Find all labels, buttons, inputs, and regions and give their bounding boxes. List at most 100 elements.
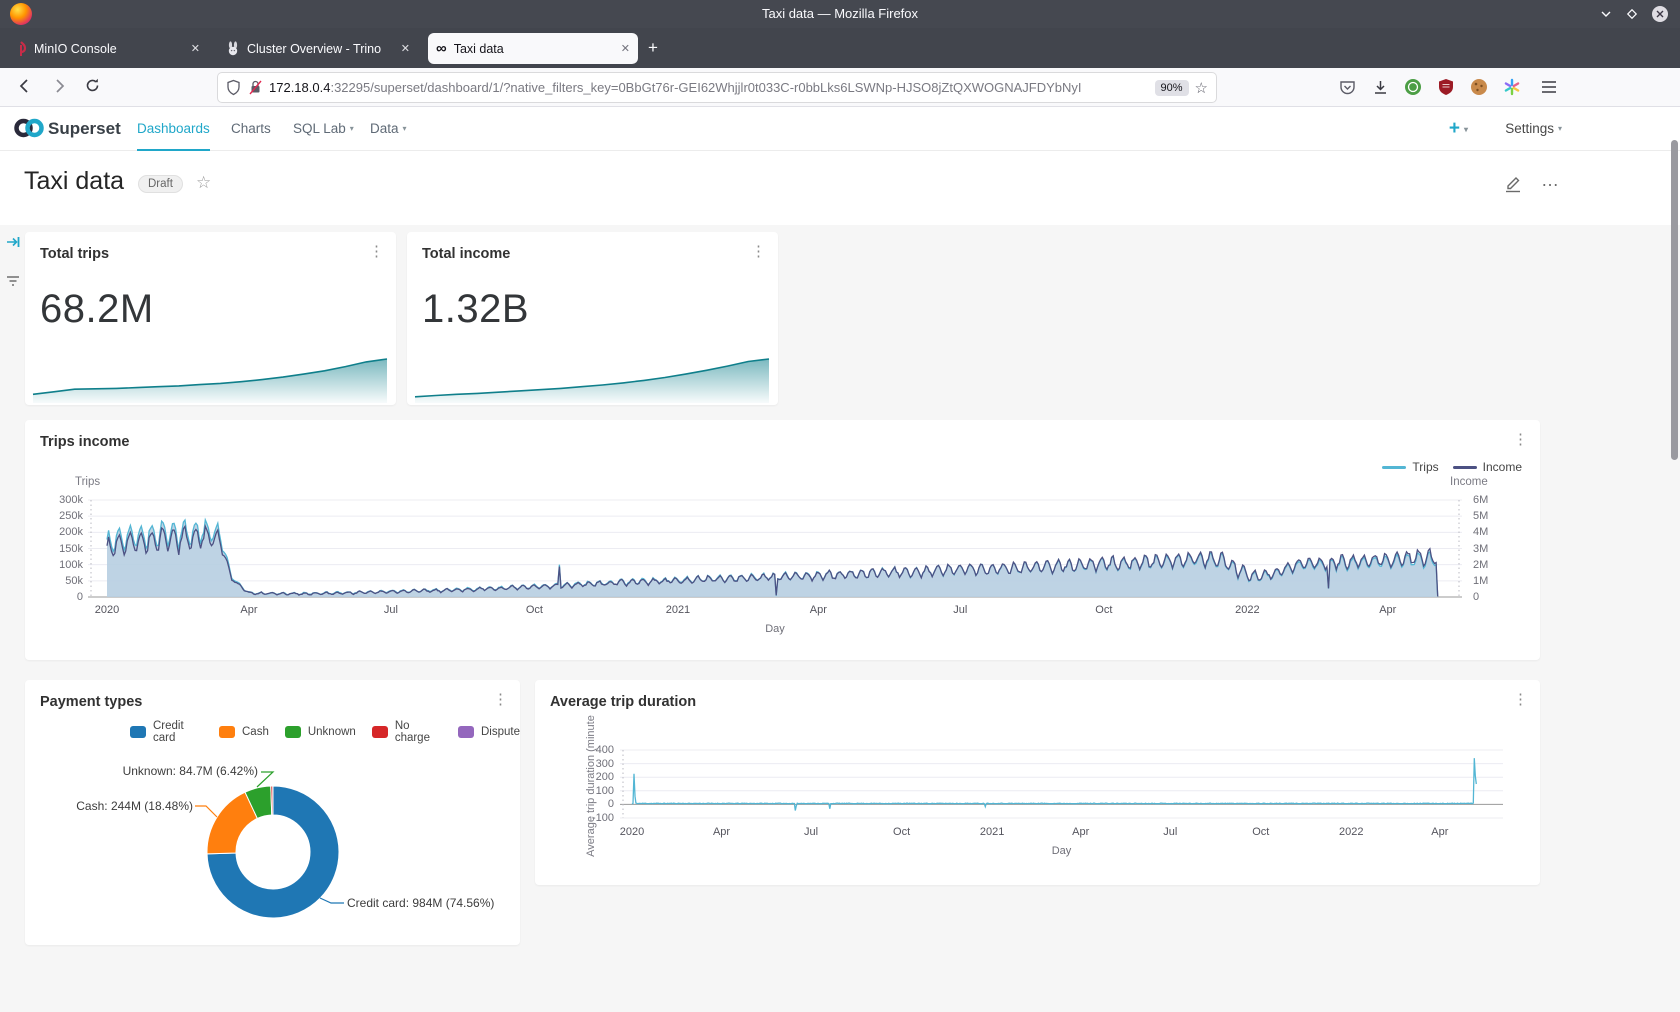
menu-hamburger-icon[interactable] [1538, 76, 1560, 98]
pocket-icon[interactable] [1336, 76, 1358, 98]
y-axis-tick-label: 100 [578, 785, 614, 797]
y-axis-tick-label: 100k [43, 559, 83, 571]
tab-taxi-data[interactable]: ∞ Taxi data ✕ [428, 33, 638, 64]
chart-menu-kebab-icon[interactable]: ⋮ [1513, 692, 1528, 707]
y-axis-tick-label: 50k [43, 575, 83, 587]
legend-label[interactable]: Dispute [481, 726, 520, 738]
y-axis-tick-label: 400 [578, 744, 614, 756]
reload-button[interactable] [84, 77, 101, 94]
chart-menu-kebab-icon[interactable]: ⋮ [369, 244, 384, 259]
nav-charts[interactable]: Charts [231, 107, 271, 151]
close-window-button[interactable] [1650, 4, 1670, 24]
legend-trips-label[interactable]: Trips [1412, 460, 1438, 474]
legend-trips-swatch [1382, 466, 1406, 469]
trips-income-legend[interactable]: Trips Income [1368, 460, 1522, 474]
payment-types-legend[interactable]: Credit card Cash Unknown No charge Dispute [130, 720, 520, 744]
x-axis-tick-label: 2020 [612, 826, 652, 838]
tab-bar: MinIO Console ✕ Cluster Overview - Trino… [0, 28, 1680, 68]
filter-icon[interactable] [5, 274, 21, 288]
y-axis-tick-label: 150k [43, 543, 83, 555]
nav-data[interactable]: Data▾ [370, 107, 407, 151]
card-total-income: Total income ⋮ 1.32B [407, 232, 778, 405]
x-axis-tick-label: 2021 [972, 826, 1012, 838]
y-axis-tick-label-right: 6M [1473, 494, 1488, 506]
y-axis-tick-label: 250k [43, 510, 83, 522]
page-title: Taxi data [24, 167, 124, 196]
dashboard-canvas: Total trips ⋮ 68.2M Total income ⋮ 1.32B… [0, 225, 1680, 1012]
new-item-button[interactable]: +▾ [1449, 118, 1468, 140]
pie-label-credit-card: Credit card: 984M (74.56%) [347, 896, 494, 910]
forward-button[interactable] [50, 77, 68, 95]
nav-dashboards[interactable]: Dashboards [137, 107, 210, 151]
legend-swatch-cash [219, 726, 235, 738]
back-button[interactable] [16, 77, 34, 95]
tab-label: Taxi data [454, 42, 613, 56]
legend-label[interactable]: Cash [242, 726, 269, 738]
tab-label: Cluster Overview - Trino [247, 42, 393, 56]
x-axis-tick-label: 2022 [1227, 604, 1267, 616]
edit-pencil-icon[interactable] [1503, 173, 1523, 193]
legend-label[interactable]: No charge [395, 720, 442, 744]
x-axis-tick-label: Jul [940, 604, 980, 616]
privacy-badger-icon[interactable] [1402, 76, 1424, 98]
tab-list-chevron-button[interactable] [1596, 4, 1616, 24]
y-axis-tick-label: 300k [43, 494, 83, 506]
favorite-star-icon[interactable]: ☆ [196, 173, 211, 193]
kpi-sparkline [413, 355, 771, 403]
y-axis-tick-label-right: 4M [1473, 526, 1488, 538]
kpi-sparkline [31, 355, 389, 403]
y-axis-tick-label-right: 5M [1473, 510, 1488, 522]
window-title: Taxi data — Mozilla Firefox [0, 6, 1680, 21]
x-axis-tick-label: Oct [514, 604, 554, 616]
tab-close-icon[interactable]: ✕ [621, 42, 630, 55]
expand-filter-bar-icon[interactable] [5, 234, 25, 250]
x-axis-title: Day [760, 623, 790, 635]
x-axis-tick-label: Jul [371, 604, 411, 616]
nav-sql-lab[interactable]: SQL Lab▾ [293, 107, 354, 151]
superset-brand[interactable]: Superset [48, 119, 121, 139]
scrollbar-thumb[interactable] [1671, 140, 1678, 460]
x-axis-tick-label: Apr [702, 826, 742, 838]
superset-icon: ∞ [436, 40, 447, 57]
y-axis-tick-label-right: 2M [1473, 559, 1488, 571]
pie-leader-line [320, 898, 344, 903]
x-axis-tick-label: 2022 [1331, 826, 1371, 838]
x-axis-tick-label: Apr [798, 604, 838, 616]
legend-label[interactable]: Credit card [153, 720, 203, 744]
x-axis-tick-label: Oct [882, 826, 922, 838]
url-input[interactable]: 172.18.0.4:32295/superset/dashboard/1/?n… [218, 73, 1216, 102]
pie-leader-line [257, 772, 273, 787]
chart-menu-kebab-icon[interactable]: ⋮ [751, 244, 766, 259]
legend-label[interactable]: Unknown [308, 726, 356, 738]
legend-income-label[interactable]: Income [1483, 460, 1522, 474]
card-payment-types: Payment types ⋮ Credit cardCashUnknownNo… [25, 680, 520, 945]
ublock-icon[interactable] [1435, 76, 1457, 98]
download-icon[interactable] [1369, 76, 1391, 98]
settings-menu[interactable]: Settings▾ [1505, 107, 1562, 151]
shield-icon[interactable] [226, 79, 241, 96]
tab-trino[interactable]: Cluster Overview - Trino ✕ [218, 33, 418, 64]
superset-logo-icon[interactable] [13, 115, 45, 141]
trino-icon [226, 41, 240, 56]
tab-close-icon[interactable]: ✕ [191, 42, 200, 55]
restore-window-button[interactable] [1622, 4, 1642, 24]
card-avg-trip-duration: Average trip duration ⋮ Average trip dur… [535, 680, 1540, 885]
x-axis-tick-label: Jul [1150, 826, 1190, 838]
avg-trip-duration-chart[interactable] [535, 680, 1540, 885]
cookie-extension-icon[interactable] [1468, 76, 1490, 98]
tab-close-icon[interactable]: ✕ [401, 42, 410, 55]
x-axis-title: Day [1047, 845, 1077, 857]
zoom-level-badge[interactable]: 90% [1155, 80, 1189, 96]
bookmark-star-icon[interactable]: ☆ [1195, 79, 1208, 97]
tab-minio-console[interactable]: MinIO Console ✕ [8, 33, 208, 64]
chart-menu-kebab-icon[interactable]: ⋮ [1513, 432, 1528, 447]
asterisk-extension-icon[interactable] [1501, 76, 1523, 98]
card-trips-income: Trips income ⋮ Trips Income Trips Income… [25, 420, 1540, 660]
y-axis-tick-label: 300 [578, 758, 614, 770]
new-tab-button[interactable]: + [648, 38, 658, 58]
more-options-icon[interactable]: … [1541, 173, 1560, 193]
pie-label-unknown: Unknown: 84.7M (6.42%) [123, 764, 258, 778]
chart-menu-kebab-icon[interactable]: ⋮ [493, 692, 508, 707]
lock-disabled-icon[interactable] [248, 79, 263, 96]
y-axis-tick-label: 200k [43, 526, 83, 538]
